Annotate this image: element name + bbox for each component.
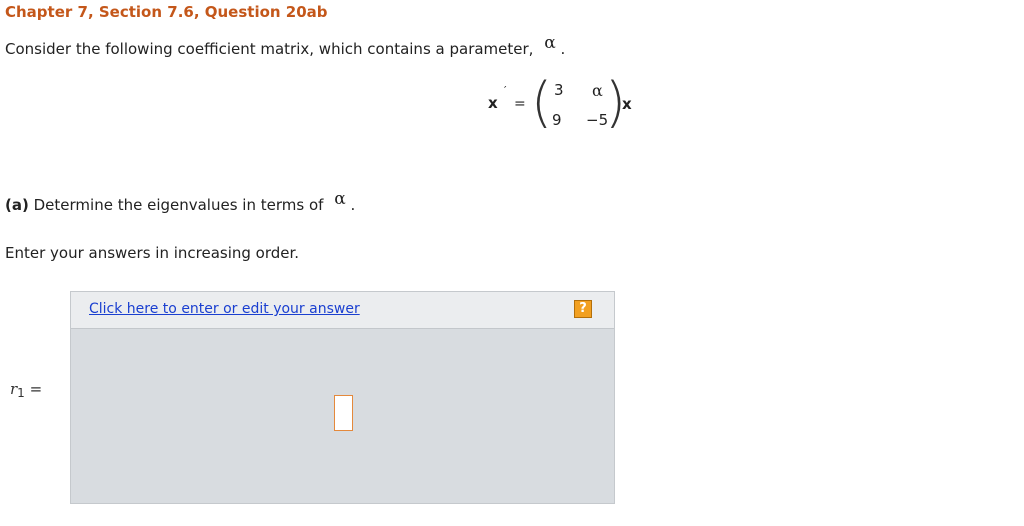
- part-a-prompt: (a) Determine the eigenvalues in terms o…: [5, 189, 356, 215]
- left-paren: (: [531, 71, 553, 134]
- r1-label: r1 =: [10, 380, 42, 400]
- answer-panel: Click here to enter or edit your answer …: [70, 291, 615, 504]
- r1-equals: =: [29, 380, 43, 398]
- page-title: Chapter 7, Section 7.6, Question 20ab: [5, 3, 328, 21]
- part-a-label: (a): [5, 196, 29, 214]
- instruction-text: Enter your answers in increasing order.: [5, 244, 300, 262]
- prime-mark: ′: [504, 84, 507, 97]
- answer-panel-header: Click here to enter or edit your answer …: [71, 292, 614, 329]
- question-intro: Consider the following coefficient matri…: [5, 33, 566, 59]
- alpha-symbol: α: [544, 33, 556, 53]
- equation-rhs: x: [622, 95, 632, 113]
- equals-sign: =: [514, 96, 526, 112]
- r-subscript: 1: [17, 386, 25, 400]
- edit-answer-link[interactable]: Click here to enter or edit your answer: [89, 301, 360, 317]
- part-a-text: Determine the eigenvalues in terms of: [33, 196, 324, 214]
- matrix-cell-1-2: α: [592, 81, 603, 100]
- matrix-cell-1-1: 3: [554, 81, 564, 99]
- part-a-period: .: [350, 196, 356, 214]
- matrix-equation: x ′ = ( 3 α 9 −5 ) x: [486, 71, 656, 138]
- equation-lhs: x: [488, 94, 498, 112]
- intro-period: .: [560, 40, 566, 58]
- question-icon[interactable]: ?: [574, 300, 592, 318]
- answer-input-box[interactable]: [334, 395, 353, 431]
- intro-text: Consider the following coefficient matri…: [5, 40, 534, 58]
- matrix-cell-2-1: 9: [552, 111, 562, 129]
- alpha-symbol-part-a: α: [334, 189, 346, 209]
